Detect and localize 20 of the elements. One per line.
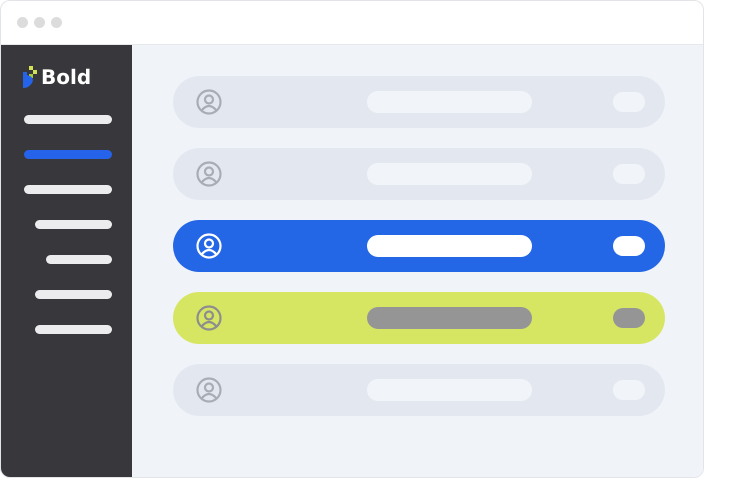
user-icon [196,89,222,115]
user-icon [196,233,222,259]
list-row[interactable] [173,292,665,344]
logo-icon [23,66,37,88]
brand-name: Bold [41,65,92,89]
window-dot [51,17,62,28]
window-dot [17,17,28,28]
badge-placeholder [613,236,645,256]
sidebar-item[interactable] [46,255,112,264]
user-icon [196,305,222,331]
sidebar-item[interactable] [35,290,112,299]
user-icon [196,161,222,187]
user-icon [196,377,222,403]
sidebar-item[interactable] [24,115,112,124]
list-row[interactable] [173,220,665,272]
sidebar-item[interactable] [35,220,112,229]
badge-placeholder [613,308,645,328]
window-dot [34,17,45,28]
sidebar-item[interactable] [24,185,112,194]
sidebar-item[interactable] [35,325,112,334]
